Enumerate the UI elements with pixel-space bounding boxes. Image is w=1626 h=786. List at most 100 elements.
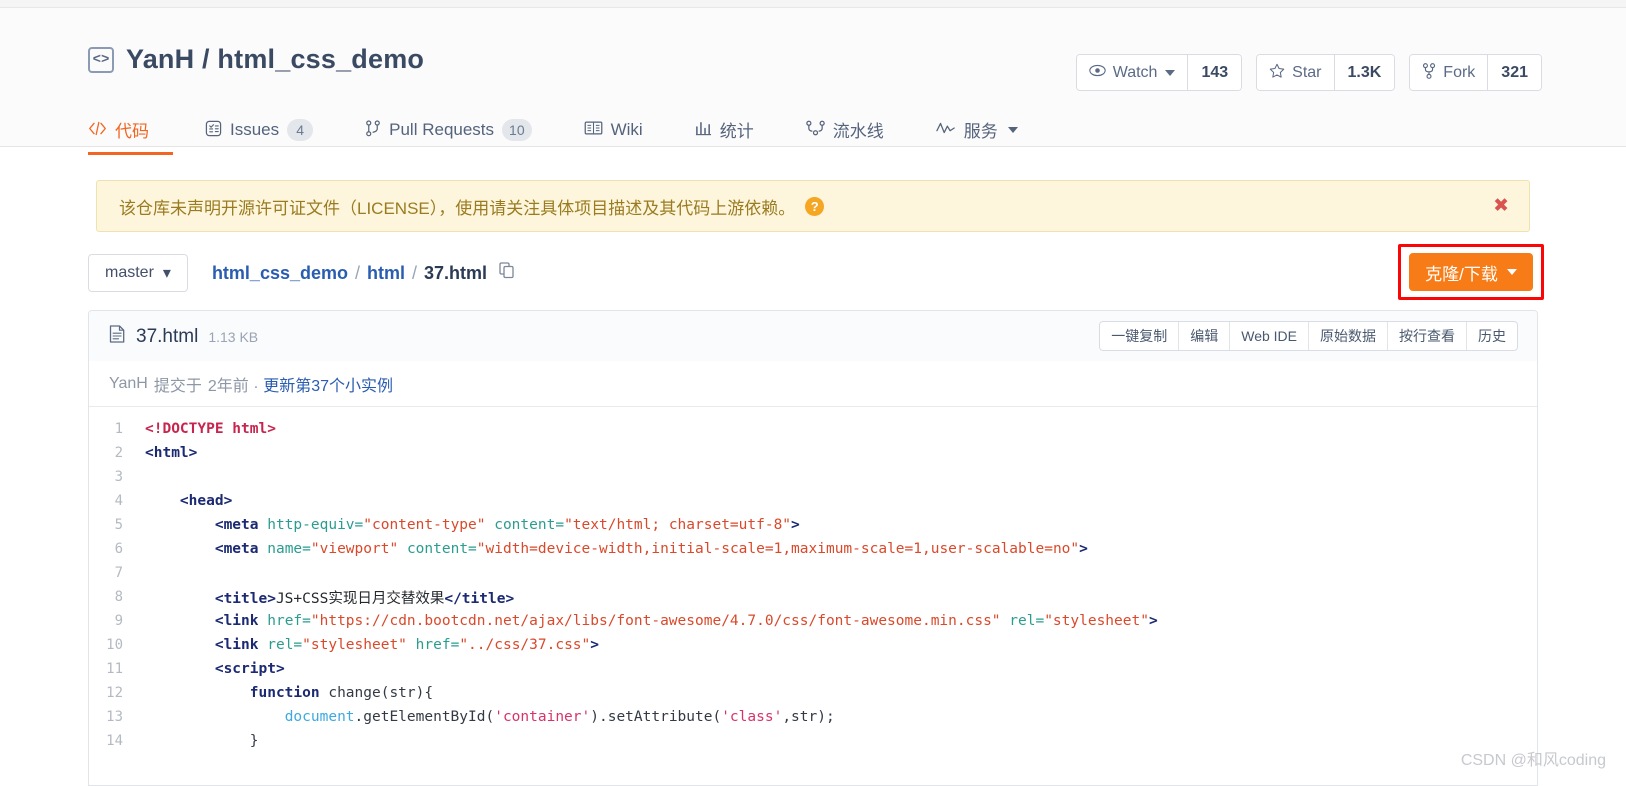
code-token: content= bbox=[406, 541, 477, 557]
code-line: 11 <script> bbox=[89, 657, 1537, 681]
line-number: 4 bbox=[114, 493, 123, 509]
fork-button[interactable]: Fork bbox=[1410, 55, 1488, 90]
tab-pipeline[interactable]: 流水线 bbox=[780, 104, 910, 155]
fork-group: Fork 321 bbox=[1409, 54, 1542, 91]
file-action-toolbar: 一键复制 编辑 Web IDE 原始数据 按行查看 历史 bbox=[1099, 321, 1518, 351]
code-line: 7 bbox=[89, 561, 1537, 585]
line-number: 11 bbox=[106, 661, 123, 677]
breadcrumb-item-repo[interactable]: html_css_demo bbox=[212, 263, 348, 284]
tab-wiki[interactable]: Wiki bbox=[558, 104, 669, 155]
star-count[interactable]: 1.3K bbox=[1333, 55, 1395, 90]
line-content: <title>JS+CSS实现日月交替效果</title> bbox=[145, 587, 514, 608]
breadcrumb-item-current: 37.html bbox=[424, 262, 488, 283]
code-token: <script> bbox=[214, 661, 285, 677]
tab-pipeline-label: 流水线 bbox=[832, 122, 884, 141]
line-number: 14 bbox=[106, 733, 123, 749]
code-token: <meta bbox=[214, 541, 268, 557]
breadcrumb-separator: / bbox=[412, 262, 418, 283]
close-icon[interactable]: ✖ bbox=[1493, 197, 1509, 216]
commit-message[interactable]: 更新第37个小实例 bbox=[263, 372, 393, 396]
commit-timestamp: 2年前 bbox=[207, 377, 249, 395]
line-number: 9 bbox=[114, 613, 123, 629]
line-number: 1 bbox=[114, 421, 123, 437]
copy-icon[interactable] bbox=[499, 262, 515, 284]
code-token: "https://cdn.bootcdn.net/ajax/libs/font-… bbox=[310, 613, 1001, 629]
code-line: 14 } bbox=[89, 729, 1537, 753]
watch-label: Watch bbox=[1112, 63, 1158, 81]
code-token: } bbox=[145, 733, 259, 749]
copy-all-button[interactable]: 一键复制 bbox=[1100, 322, 1180, 350]
code-line: 2 <html> bbox=[89, 441, 1537, 465]
line-number: 2 bbox=[114, 445, 123, 461]
tab-services[interactable]: 服务 bbox=[910, 104, 1044, 155]
line-number: 12 bbox=[106, 685, 123, 701]
repo-title-row: <> YanH / html_css_demo bbox=[88, 44, 424, 75]
web-ide-button[interactable]: Web IDE bbox=[1230, 322, 1309, 350]
tab-code-label: 代码 bbox=[115, 122, 149, 141]
file-header: 37.html 1.13 KB 一键复制 编辑 Web IDE 原始数据 按行查… bbox=[89, 311, 1537, 361]
code-line: 6 <meta name="viewport" content="width=d… bbox=[89, 537, 1537, 561]
line-content: <link rel="stylesheet" href="../css/37.c… bbox=[145, 637, 599, 653]
clone-download-button[interactable]: 克隆/下载 bbox=[1409, 253, 1533, 291]
file-size: 1.13 KB bbox=[208, 329, 259, 345]
code-line: 9 <link href="https://cdn.bootcdn.net/aj… bbox=[89, 609, 1537, 633]
watch-group: Watch 143 bbox=[1075, 54, 1243, 91]
code-token: "width=device-width,initial-scale=1,maxi… bbox=[476, 541, 1080, 557]
code-viewer[interactable]: 1 <!DOCTYPE html> 2 <html> 3 4 <head> 5 <meta … bbox=[89, 407, 1537, 785]
raw-data-button[interactable]: 原始数据 bbox=[1309, 322, 1388, 350]
fork-count[interactable]: 321 bbox=[1487, 55, 1541, 90]
watch-count[interactable]: 143 bbox=[1187, 55, 1242, 90]
repo-nav-tabs: 代码 Issues 4 Pull Requests 10 Wiki 统计 流水线… bbox=[88, 104, 1044, 155]
commit-dot: . bbox=[253, 374, 259, 392]
blame-button[interactable]: 按行查看 bbox=[1388, 322, 1467, 350]
page-title[interactable]: YanH / html_css_demo bbox=[126, 44, 424, 75]
help-icon[interactable]: ? bbox=[805, 196, 825, 216]
eye-icon bbox=[1089, 64, 1106, 81]
code-token: "content-type" bbox=[363, 517, 486, 533]
code-token: <head> bbox=[179, 493, 233, 509]
tab-statistics[interactable]: 统计 bbox=[669, 104, 780, 155]
line-number: 7 bbox=[114, 565, 123, 581]
line-number: 10 bbox=[106, 637, 123, 653]
star-button[interactable]: Star bbox=[1257, 55, 1334, 90]
file-name-wrap: 37.html 1.13 KB bbox=[109, 324, 258, 348]
code-token: > bbox=[1079, 541, 1088, 557]
edit-button[interactable]: 编辑 bbox=[1179, 322, 1231, 350]
code-token: JS+CSS实现日月交替效果 bbox=[275, 590, 445, 607]
code-line: 3 bbox=[89, 465, 1537, 489]
code-token: .getElementById( bbox=[354, 709, 495, 725]
code-brackets-icon: <> bbox=[88, 46, 114, 73]
commit-author[interactable]: YanH bbox=[109, 375, 148, 393]
tab-services-label: 服务 bbox=[963, 122, 998, 141]
tab-issues[interactable]: Issues 4 bbox=[179, 104, 339, 155]
line-content: <link href="https://cdn.bootcdn.net/ajax… bbox=[145, 613, 1158, 629]
tab-pull-requests[interactable]: Pull Requests 10 bbox=[339, 104, 557, 155]
star-group: Star 1.3K bbox=[1256, 54, 1396, 91]
tab-wiki-label: Wiki bbox=[610, 119, 643, 139]
chevron-down-icon bbox=[1506, 269, 1517, 275]
tab-code[interactable]: 代码 bbox=[88, 104, 179, 155]
watermark: CSDN @和风coding bbox=[1460, 752, 1606, 769]
line-content: <meta name="viewport" content="width=dev… bbox=[145, 541, 1088, 557]
star-label: Star bbox=[1292, 63, 1322, 81]
line-number: 8 bbox=[114, 589, 123, 605]
star-icon bbox=[1269, 63, 1285, 83]
code-token: document bbox=[284, 709, 355, 725]
code-token: > bbox=[1148, 613, 1158, 629]
branch-selector[interactable]: master ▾ bbox=[88, 254, 188, 292]
watch-button[interactable]: Watch bbox=[1076, 55, 1188, 90]
code-token: > bbox=[791, 517, 800, 533]
breadcrumb-item-html[interactable]: html bbox=[367, 263, 405, 284]
code-token: href= bbox=[415, 637, 460, 653]
history-button[interactable]: 历史 bbox=[1467, 322, 1517, 350]
tab-statistics-label: 统计 bbox=[719, 122, 754, 141]
code-line: 10 <link rel="stylesheet" href="../css/3… bbox=[89, 633, 1537, 657]
code-line: 4 <head> bbox=[89, 489, 1537, 513]
